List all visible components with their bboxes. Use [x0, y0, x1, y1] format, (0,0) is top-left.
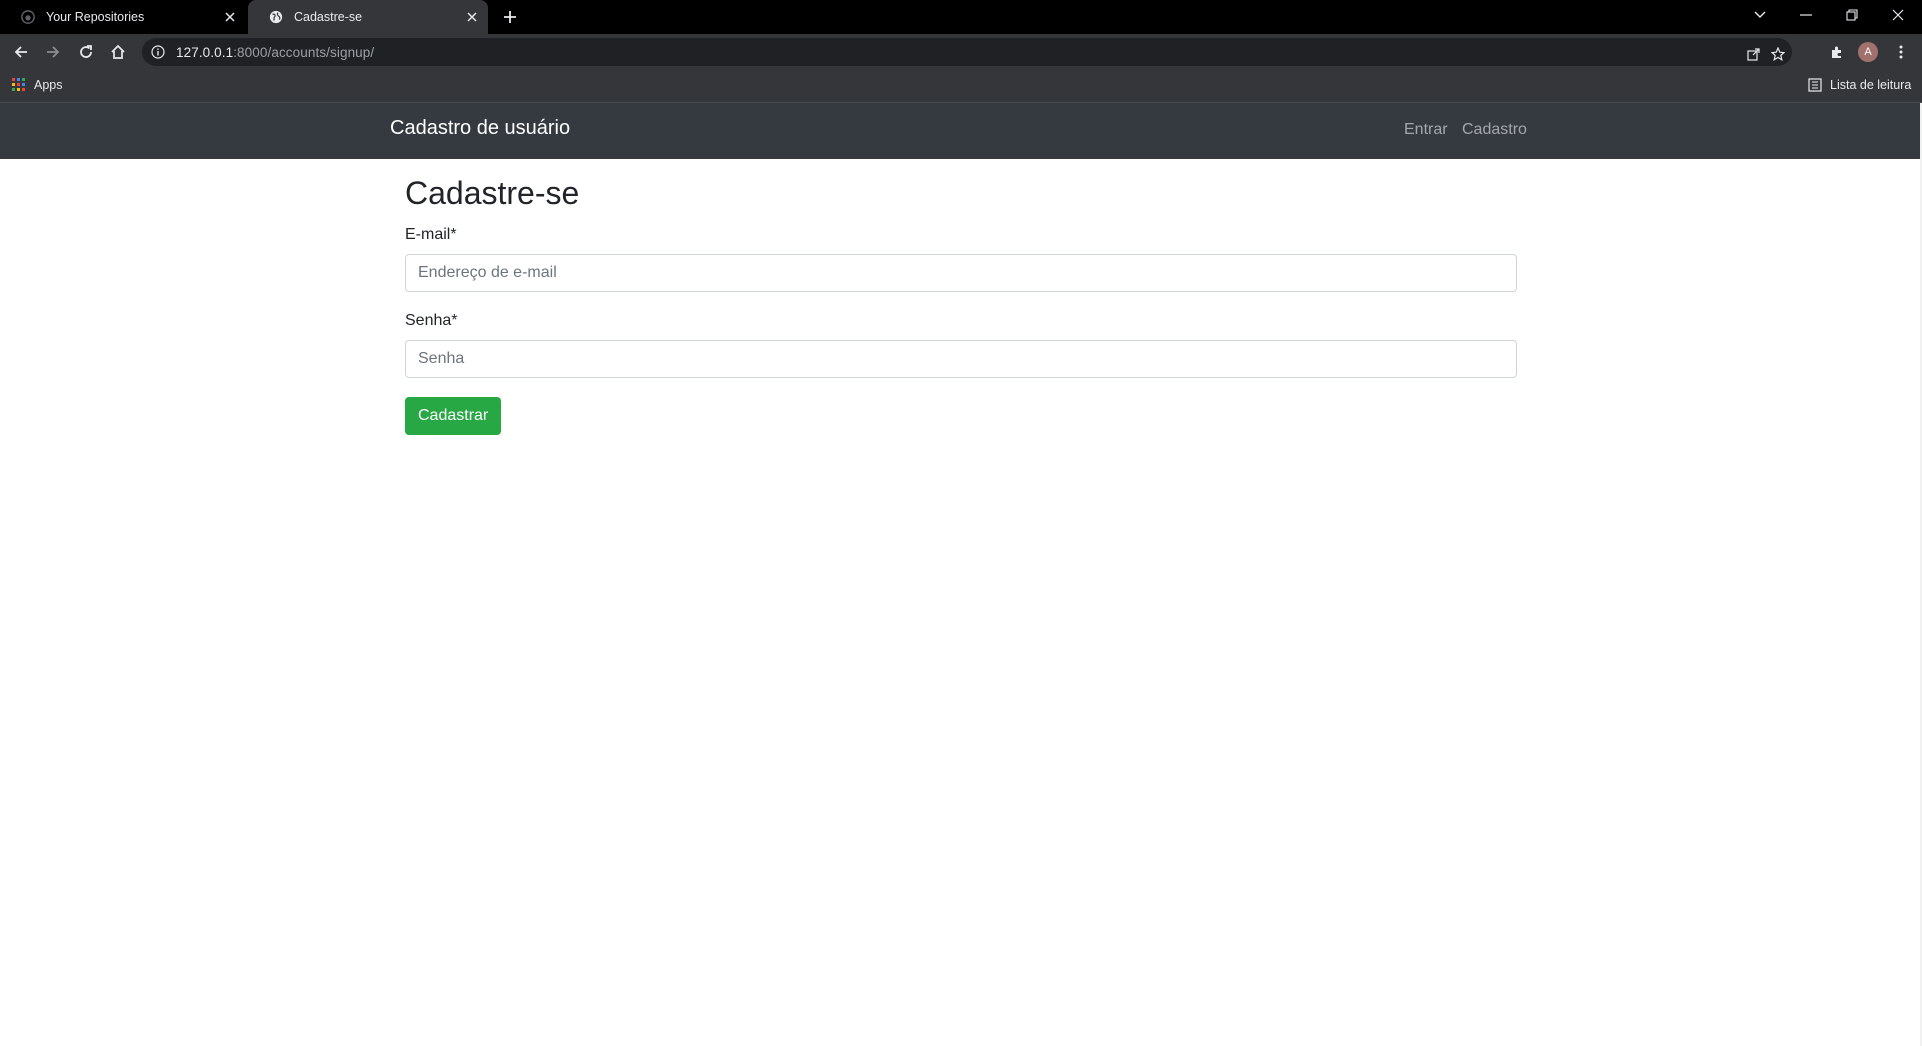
new-tab-button[interactable] [500, 7, 520, 27]
tab-your-repositories[interactable]: Your Repositories [0, 0, 246, 34]
reading-list-label: Lista de leitura [1830, 78, 1912, 92]
close-window-icon[interactable] [1875, 0, 1921, 30]
nav-link-cadastro[interactable]: Cadastro [1462, 121, 1527, 139]
github-icon [20, 9, 36, 25]
minimize-icon[interactable] [1783, 0, 1829, 30]
apps-label: Apps [34, 78, 63, 92]
url-host: 127.0.0.1 [176, 44, 234, 60]
extensions-icon[interactable] [1825, 40, 1849, 64]
profile-avatar[interactable]: A [1858, 42, 1878, 62]
email-label: E-mail* [405, 226, 457, 243]
close-tab-icon[interactable] [222, 9, 238, 25]
site-navbar: Cadastro de usuário Entrar Cadastro [0, 103, 1922, 159]
browser-toolbar: 127.0.0.1:8000/accounts/signup/ A [0, 34, 1922, 70]
home-icon[interactable] [106, 40, 130, 64]
url-path: :8000/accounts/signup/ [233, 44, 375, 60]
reading-list-button[interactable]: Lista de leitura [1808, 78, 1911, 92]
globe-icon [268, 9, 284, 25]
tab-cadastre-se[interactable]: Cadastre-se [248, 0, 488, 34]
bookmark-star-icon[interactable] [1768, 44, 1788, 64]
apps-grid-icon [12, 78, 26, 92]
password-label: Senha* [405, 312, 458, 329]
address-bar[interactable]: 127.0.0.1:8000/accounts/signup/ [142, 38, 1792, 66]
info-icon[interactable] [150, 44, 166, 60]
nav-link-entrar[interactable]: Entrar [1404, 121, 1448, 139]
bookmarks-bar: Apps Lista de leitura [0, 70, 1922, 103]
tab-search-icon[interactable] [1737, 0, 1783, 30]
apps-bookmark[interactable]: Apps [12, 78, 63, 92]
web-page: Cadastro de usuário Entrar Cadastro Cada… [0, 103, 1922, 1046]
tab-title: Cadastre-se [294, 10, 363, 24]
forward-arrow-icon[interactable] [41, 40, 65, 64]
navbar-brand[interactable]: Cadastro de usuário [390, 117, 570, 140]
url-text: 127.0.0.1:8000/accounts/signup/ [176, 45, 374, 60]
tab-strip: Your Repositories Cadastre-se [0, 0, 1922, 34]
signup-button[interactable]: Cadastrar [405, 397, 502, 435]
restore-icon[interactable] [1829, 0, 1875, 30]
share-icon[interactable] [1744, 44, 1764, 64]
back-arrow-icon[interactable] [9, 40, 33, 64]
page-title: Cadastre-se [405, 175, 580, 211]
email-field[interactable] [405, 254, 1517, 292]
close-tab-icon[interactable] [464, 9, 480, 25]
password-field[interactable] [405, 340, 1517, 378]
tab-title: Your Repositories [46, 10, 145, 24]
menu-kebab-icon[interactable] [1889, 40, 1913, 64]
reload-icon[interactable] [74, 40, 98, 64]
reading-list-icon [1808, 78, 1822, 92]
